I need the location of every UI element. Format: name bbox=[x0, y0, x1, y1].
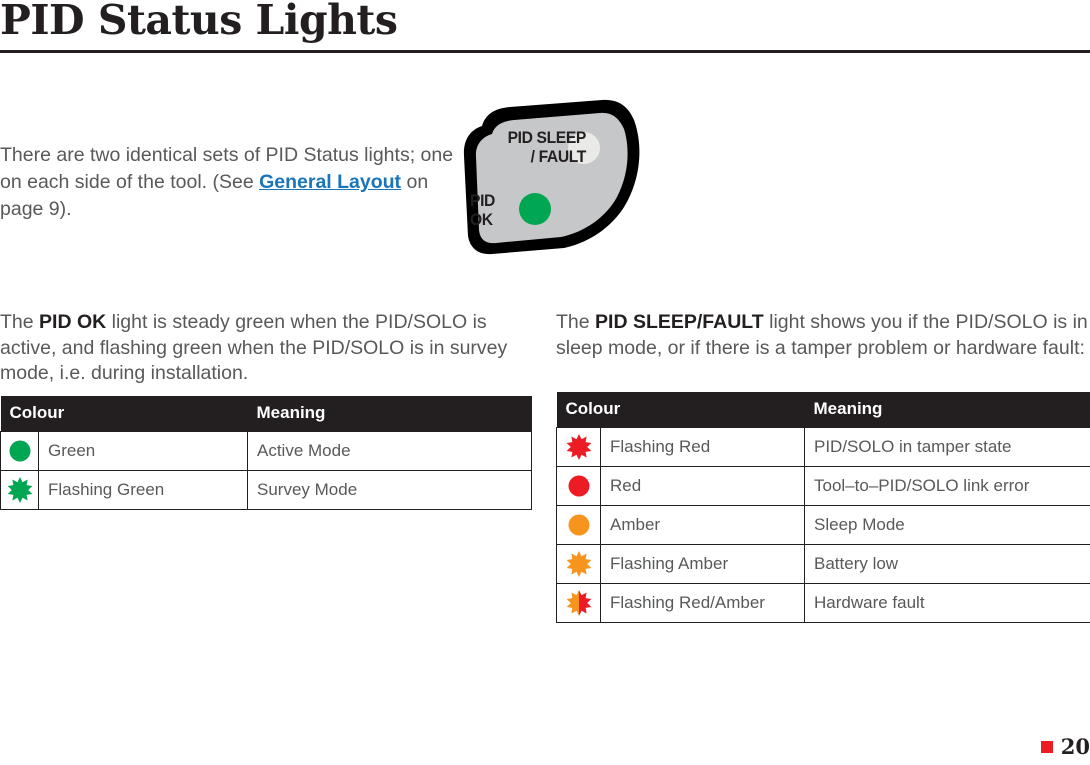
cell-meaning: Battery low bbox=[804, 544, 1090, 584]
cell-meaning: Sleep Mode bbox=[804, 505, 1090, 545]
pid-ok-led-icon bbox=[519, 193, 551, 225]
cell-colour-swatch bbox=[0, 470, 39, 510]
solid-circle-green-icon bbox=[9, 440, 30, 462]
pid-sleep-desc-before: The bbox=[556, 311, 596, 333]
flashing-starburst-red-icon bbox=[566, 434, 591, 460]
panel-label-ok-line1: PID bbox=[470, 191, 495, 210]
cell-meaning: Tool–to–PID/SOLO link error bbox=[804, 466, 1090, 506]
cell-colour-swatch bbox=[556, 427, 601, 467]
page-number: 20 bbox=[1060, 734, 1090, 759]
cell-meaning: PID/SOLO in tamper state bbox=[804, 427, 1090, 467]
flashing-starburst-green-icon bbox=[7, 477, 32, 503]
header-meaning: Meaning bbox=[247, 396, 532, 432]
table-row: Green Active Mode bbox=[0, 431, 532, 471]
table-header-row: Colour Meaning bbox=[0, 396, 532, 432]
cell-colour-name: Flashing Amber bbox=[600, 544, 805, 584]
cell-colour-swatch bbox=[0, 431, 39, 471]
solid-circle-red-icon bbox=[568, 475, 589, 497]
cell-meaning: Survey Mode bbox=[247, 470, 532, 510]
cell-colour-swatch bbox=[556, 544, 601, 584]
flashing-starburst-amber-icon bbox=[566, 551, 591, 577]
cell-colour-swatch bbox=[556, 466, 601, 506]
panel-label-sleep-fault: PID SLEEP / FAULT bbox=[479, 128, 587, 166]
panel-label-sleep-line2: / FAULT bbox=[530, 147, 587, 166]
footer-marker-icon bbox=[1040, 740, 1053, 753]
header-meaning: Meaning bbox=[804, 392, 1090, 428]
pid-sleep-fault-table-body: Flashing Red PID/SOLO in tamper state Red T… bbox=[556, 427, 1090, 623]
pid-ok-description: The PID OK light is steady green when th… bbox=[0, 310, 534, 387]
cell-meaning: Active Mode bbox=[247, 431, 532, 471]
intro-paragraph: There are two identical sets of PID Stat… bbox=[0, 142, 470, 223]
table-row: Flashing Red PID/SOLO in tamper state bbox=[556, 427, 1090, 467]
solid-circle-amber-icon bbox=[568, 514, 589, 536]
panel-label-ok-line2: OK bbox=[470, 210, 493, 229]
pid-ok-desc-before: The bbox=[0, 311, 40, 333]
page-title: PID Status Lights bbox=[0, 0, 398, 44]
cell-colour-swatch bbox=[556, 505, 601, 545]
cell-meaning: Hardware fault bbox=[804, 583, 1090, 623]
cell-colour-name: Amber bbox=[600, 505, 805, 545]
cell-colour-name: Flashing Red/Amber bbox=[600, 583, 805, 623]
table-row: Red Tool–to–PID/SOLO link error bbox=[556, 466, 1090, 506]
pid-sleep-fault-status-table: Colour Meaning Flashing Red PID/SOLO in t… bbox=[556, 392, 1090, 623]
cell-colour-swatch bbox=[556, 583, 601, 623]
cell-colour-name: Flashing Red bbox=[600, 427, 805, 467]
header-colour: Colour bbox=[556, 392, 805, 428]
cell-colour-name: Flashing Green bbox=[38, 470, 248, 510]
panel-label-sleep-line1: PID SLEEP bbox=[507, 128, 587, 147]
panel-label-pid-ok: PID OK bbox=[470, 191, 516, 229]
pid-sleep-fault-description: The PID SLEEP/FAULT light shows you if t… bbox=[556, 310, 1090, 361]
title-divider bbox=[0, 50, 1090, 53]
pid-status-light-panel-illustration: PID SLEEP / FAULT PID OK bbox=[452, 96, 652, 261]
flashing-starburst-red-amber-icon bbox=[566, 590, 591, 616]
table-row: Flashing Amber Battery low bbox=[556, 544, 1090, 584]
header-colour: Colour bbox=[0, 396, 248, 432]
table-header-row: Colour Meaning bbox=[556, 392, 1090, 428]
panel-shape-svg bbox=[463, 99, 640, 255]
pid-ok-desc-bold: PID OK bbox=[39, 311, 107, 333]
pid-sleep-desc-bold: PID SLEEP/FAULT bbox=[595, 311, 764, 333]
pid-ok-table-body: Green Active Mode Flashing Green Survey Mod… bbox=[0, 431, 532, 510]
pid-ok-status-table: Colour Meaning Green Active Mode Flashing … bbox=[0, 396, 532, 510]
general-layout-link[interactable]: General Layout bbox=[259, 171, 401, 193]
cell-colour-name: Green bbox=[38, 431, 248, 471]
cell-colour-name: Red bbox=[600, 466, 805, 506]
table-row: Amber Sleep Mode bbox=[556, 505, 1090, 545]
table-row: Flashing Green Survey Mode bbox=[0, 470, 532, 510]
table-row: Flashing Red/Amber Hardware fault bbox=[556, 583, 1090, 623]
page-footer: 20 bbox=[1040, 734, 1090, 759]
